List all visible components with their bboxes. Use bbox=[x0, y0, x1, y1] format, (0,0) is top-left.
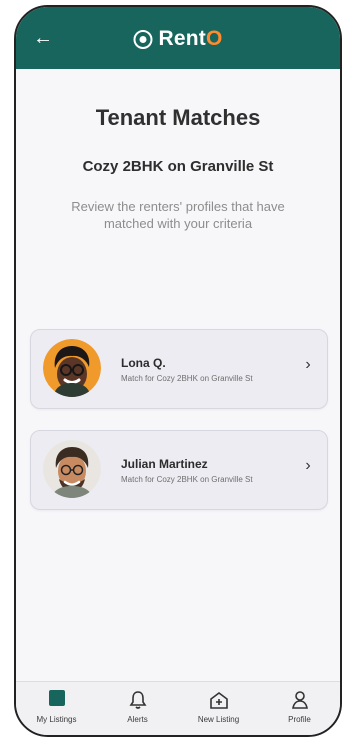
tab-new-listing[interactable]: New Listing bbox=[181, 682, 257, 735]
tab-label: My Listings bbox=[36, 715, 77, 724]
profile-photo-icon bbox=[43, 440, 101, 498]
tab-label: Profile bbox=[288, 715, 311, 724]
app-header: ← RentO bbox=[16, 7, 340, 69]
match-name: Lona Q. bbox=[121, 356, 166, 370]
back-button[interactable]: ← bbox=[32, 28, 54, 48]
match-detail: Match for Cozy 2BHK on Granville St bbox=[121, 374, 253, 383]
page-description: Review the renters' profiles that have m… bbox=[71, 199, 285, 231]
tab-alerts[interactable]: Alerts bbox=[100, 682, 176, 735]
tab-label: Alerts bbox=[127, 715, 148, 724]
arrow-left-icon: ← bbox=[33, 27, 53, 49]
tab-my-listings[interactable]: My Listings bbox=[19, 682, 95, 735]
page-title: Tenant Matches bbox=[95, 105, 261, 130]
avatar bbox=[43, 339, 101, 397]
brand-prefix: Rent bbox=[158, 27, 206, 50]
chevron-right-icon: › bbox=[305, 457, 311, 474]
profile-photo-icon bbox=[43, 339, 101, 397]
brand-accent: O bbox=[205, 27, 223, 50]
bottom-tab-bar: My Listings Alerts New Listing Profile bbox=[16, 681, 340, 735]
brand-logo: RentO bbox=[133, 27, 222, 51]
user-icon bbox=[291, 691, 308, 709]
main-content: Tenant Matches Cozy 2BHK on Granville St… bbox=[16, 69, 340, 681]
listing-title: Cozy 2BHK on Granville St bbox=[82, 158, 274, 175]
location-pin-icon bbox=[133, 29, 153, 49]
add-home-icon bbox=[209, 692, 228, 709]
match-card-julian[interactable]: Julian Martinez Match for Cozy 2BHK on G… bbox=[30, 430, 328, 510]
avatar bbox=[43, 440, 101, 498]
phone-screen: ← RentO Tenant Matches Cozy 2BHK on Gran… bbox=[14, 5, 342, 737]
match-detail: Match for Cozy 2BHK on Granville St bbox=[121, 475, 253, 484]
listings-icon bbox=[48, 690, 65, 706]
brand-name: RentO bbox=[158, 27, 222, 51]
chevron-right-icon: › bbox=[305, 356, 311, 373]
match-name: Julian Martinez bbox=[121, 457, 208, 471]
tab-profile[interactable]: Profile bbox=[262, 682, 338, 735]
bell-icon bbox=[129, 691, 146, 709]
tab-label: New Listing bbox=[197, 715, 240, 724]
match-card-lona[interactable]: Lona Q. Match for Cozy 2BHK on Granville… bbox=[30, 329, 328, 409]
